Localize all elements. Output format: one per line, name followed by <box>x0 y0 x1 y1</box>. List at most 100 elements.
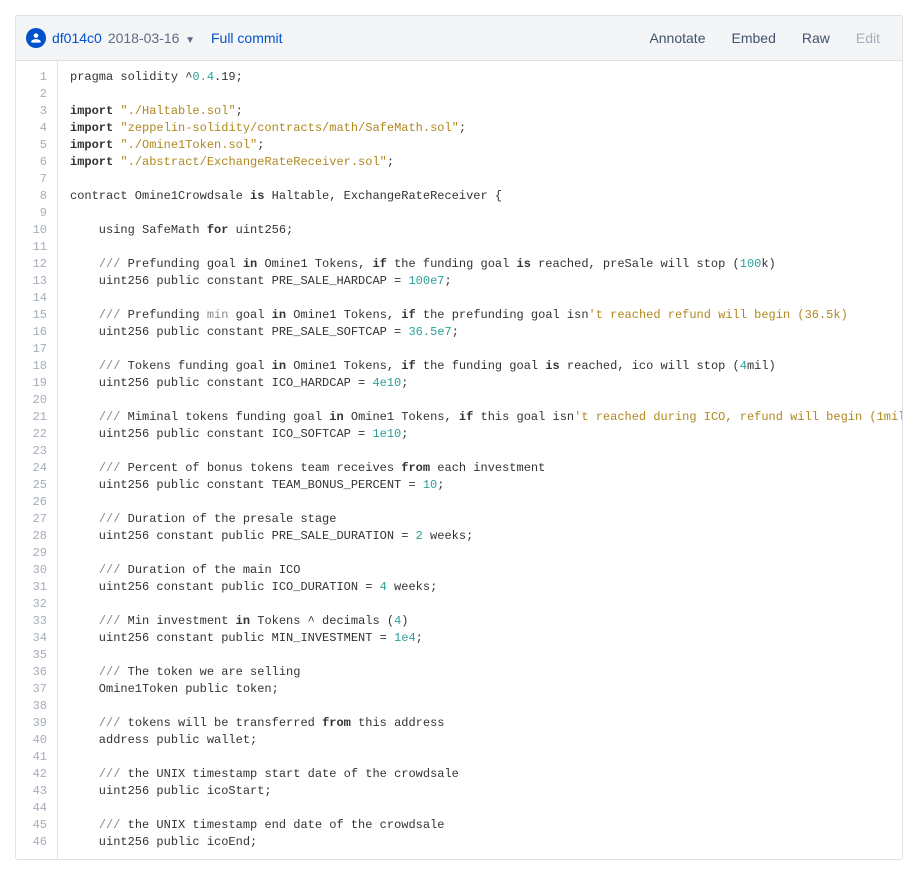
code-line: uint256 public icoEnd; <box>70 834 902 851</box>
edit-button: Edit <box>844 24 892 52</box>
line-number[interactable]: 8 <box>24 188 47 205</box>
code-line: /// Prefunding goal in Omine1 Tokens, if… <box>70 256 902 273</box>
code-body: 1234567891011121314151617181920212223242… <box>16 61 902 859</box>
code-line: uint256 constant public PRE_SALE_DURATIO… <box>70 528 902 545</box>
code-line <box>70 290 902 307</box>
code-line <box>70 494 902 511</box>
code-line <box>70 443 902 460</box>
code-line <box>70 341 902 358</box>
line-number[interactable]: 11 <box>24 239 47 256</box>
code-line <box>70 86 902 103</box>
line-number[interactable]: 22 <box>24 426 47 443</box>
line-number[interactable]: 10 <box>24 222 47 239</box>
code-line: address public wallet; <box>70 732 902 749</box>
code-line <box>70 596 902 613</box>
source-code: pragma solidity ^0.4.19; import "./Halta… <box>58 61 902 859</box>
line-number[interactable]: 7 <box>24 171 47 188</box>
code-line <box>70 749 902 766</box>
commit-date-dropdown[interactable]: 2018-03-16 ▼ <box>108 30 195 46</box>
code-line: /// Tokens funding goal in Omine1 Tokens… <box>70 358 902 375</box>
line-number[interactable]: 44 <box>24 800 47 817</box>
line-number[interactable]: 37 <box>24 681 47 698</box>
line-number[interactable]: 25 <box>24 477 47 494</box>
line-number[interactable]: 27 <box>24 511 47 528</box>
code-line <box>70 392 902 409</box>
line-number[interactable]: 35 <box>24 647 47 664</box>
line-number[interactable]: 31 <box>24 579 47 596</box>
code-line: uint256 public constant ICO_HARDCAP = 4e… <box>70 375 902 392</box>
line-number[interactable]: 5 <box>24 137 47 154</box>
line-number-gutter: 1234567891011121314151617181920212223242… <box>16 61 58 859</box>
code-line <box>70 545 902 562</box>
line-number[interactable]: 15 <box>24 307 47 324</box>
line-number[interactable]: 26 <box>24 494 47 511</box>
header-actions: Annotate Embed Raw Edit <box>637 24 892 52</box>
line-number[interactable]: 3 <box>24 103 47 120</box>
line-number[interactable]: 1 <box>24 69 47 86</box>
code-line: /// the UNIX timestamp start date of the… <box>70 766 902 783</box>
line-number[interactable]: 4 <box>24 120 47 137</box>
commit-hash-link[interactable]: df014c0 <box>52 30 102 46</box>
code-line: /// Duration of the presale stage <box>70 511 902 528</box>
line-number[interactable]: 20 <box>24 392 47 409</box>
code-line: /// Min investment in Tokens ^ decimals … <box>70 613 902 630</box>
code-line: uint256 public constant ICO_SOFTCAP = 1e… <box>70 426 902 443</box>
code-line: /// Prefunding min goal in Omine1 Tokens… <box>70 307 902 324</box>
line-number[interactable]: 45 <box>24 817 47 834</box>
file-header: df014c0 2018-03-16 ▼ Full commit Annotat… <box>16 16 902 61</box>
code-line: import "./Haltable.sol"; <box>70 103 902 120</box>
code-line: /// Percent of bonus tokens team receive… <box>70 460 902 477</box>
annotate-button[interactable]: Annotate <box>637 24 717 52</box>
line-number[interactable]: 2 <box>24 86 47 103</box>
line-number[interactable]: 46 <box>24 834 47 851</box>
code-line: uint256 public icoStart; <box>70 783 902 800</box>
source-panel: df014c0 2018-03-16 ▼ Full commit Annotat… <box>15 15 903 860</box>
line-number[interactable]: 24 <box>24 460 47 477</box>
line-number[interactable]: 9 <box>24 205 47 222</box>
line-number[interactable]: 12 <box>24 256 47 273</box>
raw-button[interactable]: Raw <box>790 24 842 52</box>
line-number[interactable]: 34 <box>24 630 47 647</box>
line-number[interactable]: 21 <box>24 409 47 426</box>
line-number[interactable]: 29 <box>24 545 47 562</box>
code-line: import "zeppelin-solidity/contracts/math… <box>70 120 902 137</box>
line-number[interactable]: 41 <box>24 749 47 766</box>
chevron-down-icon: ▼ <box>185 35 195 46</box>
code-line <box>70 171 902 188</box>
line-number[interactable]: 28 <box>24 528 47 545</box>
code-line: using SafeMath for uint256; <box>70 222 902 239</box>
code-line: uint256 public constant TEAM_BONUS_PERCE… <box>70 477 902 494</box>
code-line: Omine1Token public token; <box>70 681 902 698</box>
line-number[interactable]: 30 <box>24 562 47 579</box>
line-number[interactable]: 18 <box>24 358 47 375</box>
code-line: /// the UNIX timestamp end date of the c… <box>70 817 902 834</box>
line-number[interactable]: 42 <box>24 766 47 783</box>
line-number[interactable]: 16 <box>24 324 47 341</box>
code-line: /// Duration of the main ICO <box>70 562 902 579</box>
author-avatar-icon <box>26 28 46 48</box>
line-number[interactable]: 39 <box>24 715 47 732</box>
code-line: pragma solidity ^0.4.19; <box>70 69 902 86</box>
line-number[interactable]: 17 <box>24 341 47 358</box>
line-number[interactable]: 40 <box>24 732 47 749</box>
code-line <box>70 205 902 222</box>
line-number[interactable]: 38 <box>24 698 47 715</box>
code-line: uint256 constant public ICO_DURATION = 4… <box>70 579 902 596</box>
line-number[interactable]: 19 <box>24 375 47 392</box>
code-line: uint256 public constant PRE_SALE_SOFTCAP… <box>70 324 902 341</box>
line-number[interactable]: 6 <box>24 154 47 171</box>
code-line: /// The token we are selling <box>70 664 902 681</box>
line-number[interactable]: 13 <box>24 273 47 290</box>
code-line: import "./abstract/ExchangeRateReceiver.… <box>70 154 902 171</box>
line-number[interactable]: 43 <box>24 783 47 800</box>
line-number[interactable]: 36 <box>24 664 47 681</box>
line-number[interactable]: 14 <box>24 290 47 307</box>
code-line: uint256 constant public MIN_INVESTMENT =… <box>70 630 902 647</box>
code-line: /// tokens will be transferred from this… <box>70 715 902 732</box>
full-commit-link[interactable]: Full commit <box>211 30 283 46</box>
embed-button[interactable]: Embed <box>720 24 788 52</box>
line-number[interactable]: 33 <box>24 613 47 630</box>
line-number[interactable]: 32 <box>24 596 47 613</box>
line-number[interactable]: 23 <box>24 443 47 460</box>
code-line <box>70 698 902 715</box>
